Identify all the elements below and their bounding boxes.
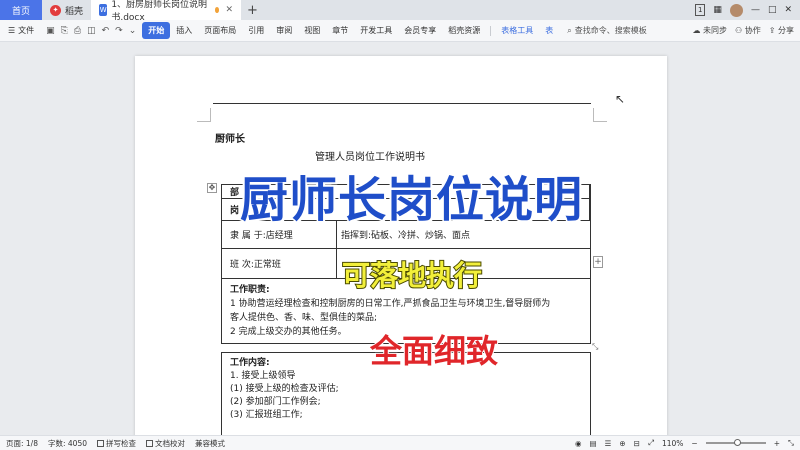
export-icon[interactable]: ⎘	[61, 26, 68, 36]
fullscreen-icon[interactable]: ⤡	[788, 438, 794, 448]
save-icon[interactable]: ▣	[46, 26, 55, 36]
search-icon: ⌕	[567, 25, 572, 35]
quick-access-toolbar: ▣ ⎘ ⎙ ◫ ↶ ↷ ⌄	[40, 26, 142, 36]
margin-marker	[593, 108, 607, 122]
sync-status[interactable]: ☁ 未同步	[692, 25, 727, 36]
overlay-subtitle-yellow: 可落地执行	[341, 258, 483, 293]
grid-icon[interactable]: ▦	[713, 5, 722, 15]
chevron-down-icon[interactable]: ⌄	[129, 26, 137, 36]
menu-docer[interactable]: 稻壳资源	[442, 25, 486, 36]
spell-check-toggle[interactable]: 拼写检查	[96, 438, 136, 449]
word-doc-icon: W	[99, 4, 108, 16]
content-line: (3) 汇报班组工作;	[230, 410, 303, 420]
tab-label: 稻壳	[65, 6, 84, 17]
table-cell[interactable]: 班 次:正常班	[222, 249, 337, 278]
file-menu-label: 文件	[18, 26, 35, 35]
fit-icon[interactable]: ⤢	[648, 438, 654, 448]
page-view-icon[interactable]: ▤	[590, 439, 597, 448]
overlay-title: 厨师长岗位说明	[238, 171, 584, 230]
overlay-subtitle-red: 全面细致	[369, 331, 499, 371]
window-count-badge[interactable]: 1	[694, 4, 706, 16]
menu-references[interactable]: 引用	[242, 25, 270, 36]
minimize-button[interactable]: —	[751, 5, 760, 15]
table-move-handle-icon[interactable]: ✥	[207, 183, 217, 193]
menu-bar: ☰ 文件 ▣ ⎘ ⎙ ◫ ↶ ↷ ⌄ 开始 插入 页面布局 引用 审阅 视图 章…	[0, 20, 800, 42]
duty-line: 1 协助营运经理检查和控制厨房的日常工作,严抓食品卫生与环境卫生,督导厨师为	[230, 299, 551, 309]
add-row-button[interactable]: +	[593, 256, 603, 268]
doc-heading-small: 厨师长	[215, 134, 245, 145]
status-bar: 页面: 1/8 字数: 4050 拼写检查 文档校对 兼容模式 ◉ ▤ ☰ ⊕ …	[0, 435, 800, 450]
tab-bar: 首页 ✦ 稻壳 W 1、厨房厨师长岗位说明书.docx ✕ + 1 ▦ — □ …	[0, 0, 800, 23]
status-right: ◉ ▤ ☰ ⊕ ⊟ ⤢ 110% − + ⤡	[575, 438, 794, 448]
home-tab[interactable]: 首页	[0, 0, 42, 20]
document-canvas[interactable]: ↖ 厨师长 管理人员岗位工作说明书 ✥ 部 岗 隶 属 于:店经理 指挥到:砧板…	[0, 43, 800, 435]
close-tab-icon[interactable]: ✕	[225, 5, 233, 15]
zoom-out-button[interactable]: −	[691, 439, 697, 448]
print-icon[interactable]: ⎙	[74, 26, 81, 36]
page-indicator[interactable]: 页面: 1/8	[6, 438, 38, 449]
document-page[interactable]: ↖ 厨师长 管理人员岗位工作说明书 ✥ 部 岗 隶 属 于:店经理 指挥到:砧板…	[135, 56, 667, 435]
menu-member[interactable]: 会员专享	[398, 25, 442, 36]
collaborate-button[interactable]: ⚇ 协作	[735, 25, 761, 36]
window-controls: 1 ▦ — □ ✕	[694, 0, 800, 20]
menu-right-actions: ☁ 未同步 ⚇ 协作 ⇪ 分享	[692, 25, 794, 36]
outline-view-icon[interactable]: ☰	[605, 439, 612, 448]
file-menu[interactable]: ☰ 文件	[0, 25, 40, 36]
header-rule	[213, 103, 591, 104]
checkbox-icon	[96, 439, 104, 447]
tab-dock[interactable]: ✦ 稻壳	[42, 0, 91, 20]
menu-page-layout[interactable]: 页面布局	[198, 25, 242, 36]
zoom-slider[interactable]	[705, 439, 766, 446]
dock-icon: ✦	[50, 4, 61, 16]
unsaved-dot-icon	[214, 7, 220, 13]
checkbox-icon	[145, 439, 153, 447]
menu-insert[interactable]: 插入	[170, 25, 198, 36]
zoom-in-button[interactable]: +	[774, 439, 780, 448]
work-content-cell[interactable]: 工作内容: 1. 接受上级领导 (1) 接受上级的检查及评估; (2) 参加部门…	[230, 357, 339, 422]
menu-developer[interactable]: 开发工具	[354, 25, 398, 36]
margin-marker	[197, 108, 211, 122]
command-search[interactable]: ⌕ 查找命令、搜索模板	[559, 25, 654, 36]
redo-icon[interactable]: ↷	[115, 26, 123, 36]
maximize-button[interactable]: □	[768, 5, 777, 15]
divider	[490, 25, 492, 36]
avatar[interactable]	[729, 3, 743, 17]
share-button[interactable]: ⇪ 分享	[769, 25, 794, 36]
web-view-icon[interactable]: ⊕	[619, 439, 625, 448]
table-cell[interactable]	[337, 249, 341, 278]
mouse-cursor-icon: ↖	[615, 92, 626, 106]
doc-proof-toggle[interactable]: 文档校对	[145, 438, 185, 449]
read-view-icon[interactable]: ⊟	[634, 439, 640, 448]
table-resize-handle-icon[interactable]: ⤡	[592, 342, 598, 352]
preview-icon[interactable]: ◫	[87, 26, 96, 36]
word-count[interactable]: 字数: 4050	[48, 438, 87, 449]
undo-icon[interactable]: ↶	[102, 26, 110, 36]
menu-table-tools[interactable]: 表格工具	[495, 25, 539, 36]
zoom-level[interactable]: 110%	[662, 439, 683, 448]
eye-protect-icon[interactable]: ◉	[575, 439, 582, 448]
menu-start[interactable]: 开始	[142, 22, 171, 39]
content-line: 1. 接受上级领导	[230, 371, 296, 381]
new-tab-button[interactable]: +	[241, 3, 264, 18]
hamburger-icon: ☰	[8, 26, 16, 35]
work-content-title: 工作内容:	[230, 358, 270, 368]
search-placeholder: 查找命令、搜索模板	[574, 26, 647, 35]
tab-document[interactable]: W 1、厨房厨师长岗位说明书.docx ✕	[91, 0, 242, 23]
content-line: (2) 参加部门工作例会;	[230, 397, 321, 407]
content-line: (1) 接受上级的检查及评估;	[230, 384, 339, 394]
zoom-slider-knob[interactable]	[733, 439, 741, 446]
menu-sections[interactable]: 章节	[326, 25, 354, 36]
duty-line: 客人提供色、香、味、型俱佳的菜品;	[230, 313, 378, 323]
menu-table-style[interactable]: 表	[539, 25, 559, 36]
compat-mode: 兼容模式	[194, 438, 225, 448]
menu-view[interactable]: 视图	[298, 25, 326, 36]
menu-review[interactable]: 审阅	[270, 25, 298, 36]
close-window-button[interactable]: ✕	[784, 5, 792, 15]
